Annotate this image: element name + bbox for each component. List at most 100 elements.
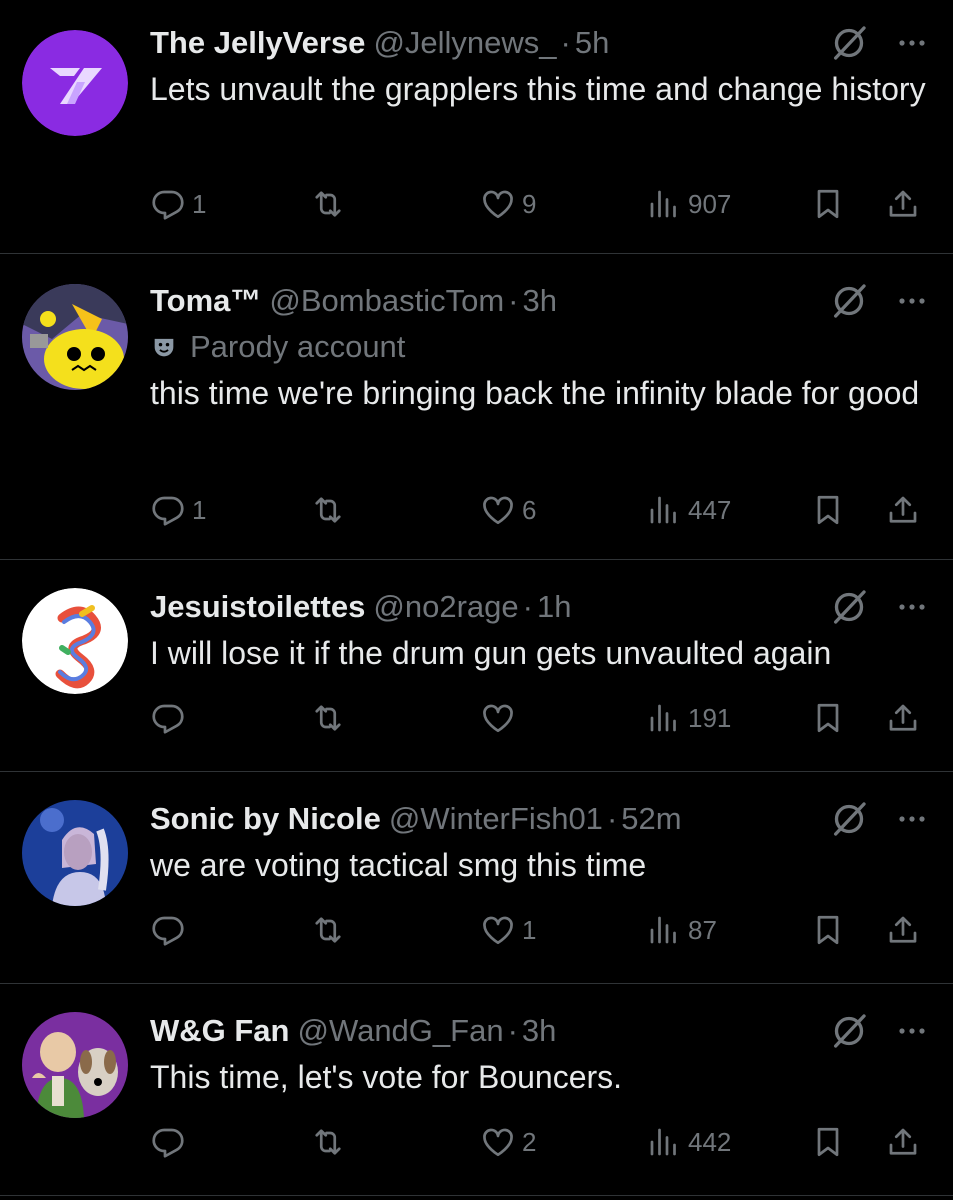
repost-icon [310, 700, 346, 736]
heart-icon [480, 912, 516, 948]
reply-icon [150, 186, 186, 222]
tweet[interactable]: Toma™ @BombasticTom · 3h Parody account thi… [0, 254, 953, 560]
views-button[interactable]: 442 [646, 1122, 731, 1162]
bookmark-icon [810, 1124, 846, 1160]
grok-icon[interactable] [829, 799, 869, 839]
avatar[interactable] [22, 588, 128, 694]
views-button[interactable]: 191 [646, 698, 731, 738]
like-button[interactable]: 2 [480, 1122, 536, 1162]
tweet-text: I will lose it if the drum gun gets unva… [150, 635, 832, 671]
views-button[interactable]: 907 [646, 184, 731, 224]
action-bar: 2 442 [150, 1122, 927, 1162]
bookmark-icon [810, 700, 846, 736]
tweet-text: This time, let's vote for Bouncers. [150, 1059, 623, 1095]
like-button[interactable] [480, 698, 522, 738]
parody-label: Parody account [150, 324, 927, 370]
tweet-header: Sonic by Nicole @WinterFish01 · 52m [150, 796, 927, 842]
timestamp[interactable]: 52m [621, 801, 681, 836]
repost-button[interactable] [310, 490, 346, 530]
view-count: 191 [688, 702, 732, 733]
grok-icon[interactable] [829, 23, 869, 63]
display-name[interactable]: Jesuistoilettes [150, 589, 365, 624]
tweet-text: we are voting tactical smg this time [150, 847, 647, 883]
view-count: 87 [688, 914, 717, 945]
bookmark-button[interactable] [810, 184, 846, 224]
repost-icon [310, 1124, 346, 1160]
timestamp[interactable]: 1h [537, 589, 571, 624]
share-button[interactable] [885, 698, 921, 738]
action-bar: 191 [150, 698, 927, 738]
username[interactable]: @WinterFish01 [389, 801, 603, 836]
tweet[interactable]: The JellyVerse @Jellynews_ · 5h Lets unvaul… [0, 0, 953, 254]
views-icon [646, 492, 682, 528]
like-button[interactable]: 9 [480, 184, 536, 224]
username[interactable]: @BombasticTom [269, 283, 504, 318]
tweet-text: Lets unvault the grapplers this time and… [150, 71, 926, 107]
tweet-header: Toma™ @BombasticTom · 3h [150, 278, 927, 324]
display-name[interactable]: Toma™ [150, 283, 261, 318]
repost-button[interactable] [310, 184, 346, 224]
avatar[interactable] [22, 284, 128, 390]
like-button[interactable]: 1 [480, 910, 536, 950]
avatar[interactable] [22, 30, 128, 136]
timestamp[interactable]: 3h [522, 1013, 556, 1048]
repost-button[interactable] [310, 910, 346, 950]
views-button[interactable]: 87 [646, 910, 717, 950]
bookmark-icon [810, 912, 846, 948]
more-options-icon[interactable] [897, 1026, 927, 1036]
username[interactable]: @Jellynews_ [373, 25, 556, 60]
reply-button[interactable]: 1 [150, 490, 206, 530]
reply-button[interactable] [150, 698, 192, 738]
timestamp[interactable]: 5h [575, 25, 609, 60]
tweet[interactable]: Sonic by Nicole @WinterFish01 · 52m we are … [0, 772, 953, 984]
repost-button[interactable] [310, 1122, 346, 1162]
like-button[interactable]: 6 [480, 490, 536, 530]
more-options-icon[interactable] [897, 296, 927, 306]
reply-button[interactable] [150, 910, 192, 950]
bookmark-button[interactable] [810, 1122, 846, 1162]
share-button[interactable] [885, 1122, 921, 1162]
tweet[interactable]: Jesuistoilettes @no2rage · 1h I will lose i… [0, 560, 953, 772]
share-button[interactable] [885, 184, 921, 224]
more-options-icon[interactable] [897, 38, 927, 48]
avatar[interactable] [22, 800, 128, 906]
like-count: 6 [522, 494, 537, 525]
grok-icon[interactable] [829, 1011, 869, 1051]
views-button[interactable]: 447 [646, 490, 731, 530]
share-button[interactable] [885, 910, 921, 950]
reply-button[interactable] [150, 1122, 192, 1162]
tweet-text: this time we're bringing back the infini… [150, 375, 920, 411]
separator: · [560, 25, 571, 60]
display-name[interactable]: W&G Fan [150, 1013, 290, 1048]
timestamp[interactable]: 3h [522, 283, 556, 318]
username[interactable]: @no2rage [373, 589, 518, 624]
heart-icon [480, 700, 516, 736]
share-button[interactable] [885, 490, 921, 530]
bookmark-icon [810, 186, 846, 222]
reply-icon [150, 492, 186, 528]
bookmark-icon [810, 492, 846, 528]
more-options-icon[interactable] [897, 814, 927, 824]
separator: · [606, 801, 618, 836]
grok-icon[interactable] [829, 281, 869, 321]
share-icon [885, 492, 921, 528]
display-name[interactable]: Sonic by Nicole [150, 801, 381, 836]
username[interactable]: @WandG_Fan [298, 1013, 504, 1048]
tweet-header: The JellyVerse @Jellynews_ · 5h [150, 20, 927, 66]
display-name[interactable]: The JellyVerse [150, 25, 365, 60]
more-options-icon[interactable] [897, 602, 927, 612]
action-bar: 1 9 907 [150, 184, 927, 224]
repost-button[interactable] [310, 698, 346, 738]
bookmark-button[interactable] [810, 910, 846, 950]
reply-button[interactable]: 1 [150, 184, 206, 224]
separator: · [507, 1013, 518, 1048]
view-count: 447 [688, 494, 732, 525]
bookmark-button[interactable] [810, 698, 846, 738]
grok-icon[interactable] [829, 587, 869, 627]
view-count: 442 [688, 1126, 732, 1157]
views-icon [646, 700, 682, 736]
share-icon [885, 1124, 921, 1160]
tweet[interactable]: W&G Fan @WandG_Fan · 3h This time, let's vo… [0, 984, 953, 1196]
avatar[interactable] [22, 1012, 128, 1118]
bookmark-button[interactable] [810, 490, 846, 530]
